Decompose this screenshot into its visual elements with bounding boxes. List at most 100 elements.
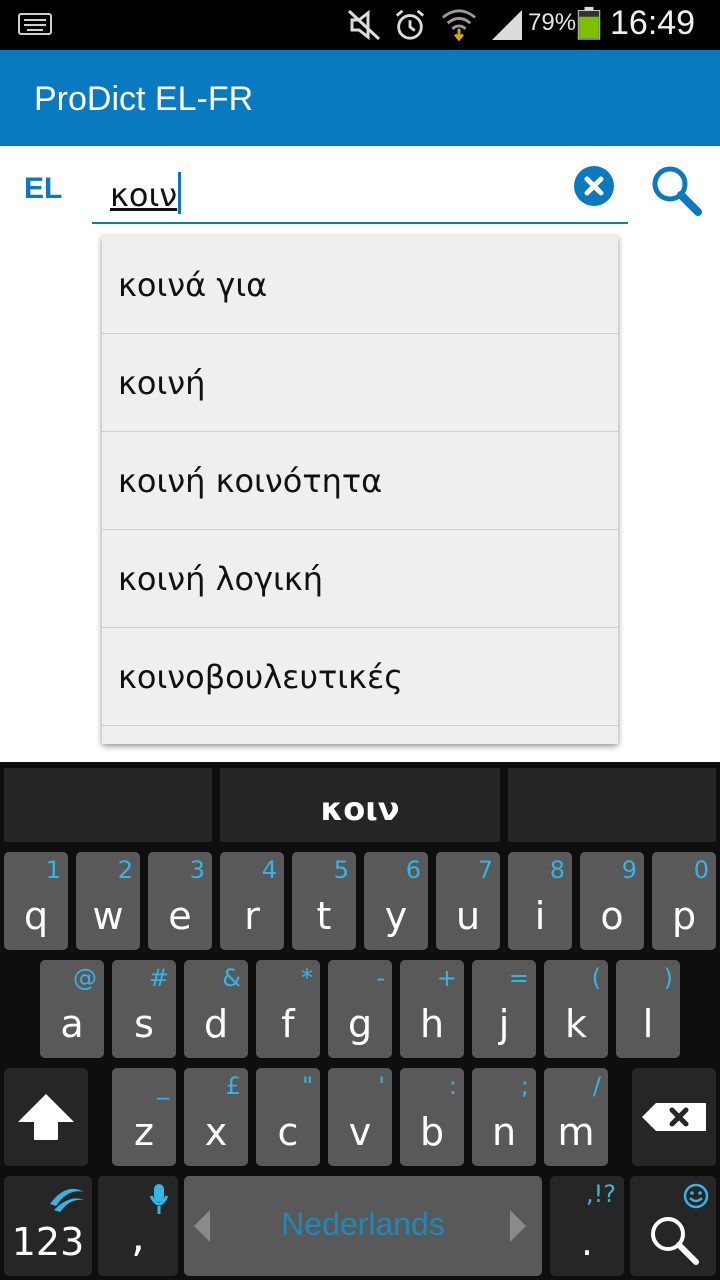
key-secondary-label: 1	[45, 856, 61, 884]
key-label: g	[347, 1002, 373, 1046]
suggestion-list: κοινά για κοινή κοινή κοινότητα κοινή λο…	[102, 236, 618, 744]
key-label: v	[348, 1110, 372, 1154]
key-k[interactable]: (k	[544, 960, 608, 1058]
language-toggle[interactable]: EL	[24, 172, 62, 206]
suggestion-item[interactable]	[102, 726, 618, 744]
key-secondary-label: #	[148, 964, 169, 992]
key-secondary-label: 9	[621, 856, 637, 884]
key-s[interactable]: # s	[112, 960, 176, 1058]
key-label: k	[564, 1002, 587, 1046]
suggestion-item[interactable]: κοινή λογική	[102, 530, 618, 628]
key-secondary-label: _	[157, 1072, 169, 1100]
mute-icon	[347, 9, 381, 41]
key-secondary-label: "	[301, 1072, 313, 1100]
key-label: s	[134, 1002, 154, 1046]
key-label: r	[244, 894, 260, 938]
search-key-icon	[651, 1217, 699, 1265]
search-query: κοιν	[110, 176, 178, 214]
key-e[interactable]: 3e	[148, 852, 212, 950]
key-d[interactable]: & d	[184, 960, 248, 1058]
key-f[interactable]: * f	[256, 960, 320, 1058]
key-j[interactable]: = j	[472, 960, 536, 1058]
key-w[interactable]: 2w	[76, 852, 140, 950]
key-label: i	[534, 894, 546, 938]
signal-icon	[492, 10, 522, 40]
key-secondary-label: 3	[189, 856, 205, 884]
key-i[interactable]: 8i	[508, 852, 572, 950]
emoji-icon	[683, 1183, 709, 1209]
key-n[interactable]: ; n	[472, 1068, 536, 1166]
space-key[interactable]: Nederlands	[184, 1176, 542, 1276]
key-h[interactable]: + h	[400, 960, 464, 1058]
suggestion-item[interactable]: κοινή	[102, 334, 618, 432]
key-secondary-label: +	[436, 964, 457, 992]
prediction-center[interactable]: κοιν	[220, 768, 500, 842]
key-t[interactable]: 5t	[292, 852, 356, 950]
suggestion-item[interactable]: κοινά για	[102, 236, 618, 334]
battery-percent: 79%	[528, 9, 577, 36]
key-m[interactable]: / m	[544, 1068, 608, 1166]
key-label: u	[455, 894, 481, 938]
key-y[interactable]: 6y	[364, 852, 428, 950]
key-secondary-label: 8	[549, 856, 565, 884]
key-label: t	[316, 894, 332, 938]
key-label: l	[642, 1002, 654, 1046]
key-secondary-label: @	[73, 964, 97, 992]
app-title: ProDict EL-FR	[34, 80, 254, 118]
search-input[interactable]: κοιν	[92, 160, 628, 224]
key-a[interactable]: @ a	[40, 960, 104, 1058]
search-key[interactable]	[630, 1176, 716, 1276]
key-g[interactable]: -g	[328, 960, 392, 1058]
search-button[interactable]	[646, 160, 706, 220]
key-label: c	[277, 1110, 299, 1154]
backspace-icon	[642, 1103, 706, 1131]
clear-icon	[584, 176, 604, 196]
search-icon	[652, 166, 702, 216]
alarm-icon	[395, 9, 425, 40]
action-bar: ProDict EL-FR	[0, 50, 720, 146]
numbers-key[interactable]: 123	[4, 1176, 92, 1276]
key-label: b	[419, 1110, 445, 1154]
key-secondary-label: 2	[117, 856, 133, 884]
shift-key[interactable]	[4, 1068, 88, 1166]
key-secondary-label: *	[301, 964, 313, 992]
text-caret	[178, 172, 182, 214]
key-o[interactable]: 9o	[580, 852, 644, 950]
key-p[interactable]: 0p	[652, 852, 716, 950]
key-l[interactable]: ) l	[616, 960, 680, 1058]
backspace-key[interactable]	[632, 1068, 716, 1166]
key-secondary-label: &	[222, 964, 241, 992]
key-secondary-label: 7	[477, 856, 493, 884]
suggestion-item[interactable]: κοινή κοινότητα	[102, 432, 618, 530]
key-secondary-label: 0	[693, 856, 709, 884]
status-bar: 79% 16:49	[0, 0, 720, 50]
key-label: f	[281, 1002, 295, 1046]
key-b[interactable]: :b	[400, 1068, 464, 1166]
key-secondary-label: 6	[405, 856, 421, 884]
prediction-right[interactable]	[508, 768, 716, 842]
key-label: j	[498, 1002, 510, 1046]
key-u[interactable]: 7u	[436, 852, 500, 950]
comma-key[interactable]: ,	[98, 1176, 178, 1276]
clock: 16:49	[610, 4, 696, 42]
key-c[interactable]: " c	[256, 1068, 320, 1166]
key-label: p	[671, 894, 697, 938]
key-label: d	[203, 1002, 229, 1046]
key-label: y	[384, 894, 408, 938]
clear-button[interactable]	[574, 166, 614, 206]
key-secondary-label: 4	[261, 856, 277, 884]
key-secondary-label: )	[663, 964, 673, 992]
key-secondary-label: £	[225, 1072, 241, 1100]
key-v[interactable]: ' v	[328, 1068, 392, 1166]
key-q[interactable]: 1q	[4, 852, 68, 950]
key-r[interactable]: 4r	[220, 852, 284, 950]
period-key[interactable]: ,!? .	[550, 1176, 624, 1276]
key-z[interactable]: _ z	[112, 1068, 176, 1166]
key-secondary-label: (	[591, 964, 601, 992]
battery-icon	[577, 6, 601, 40]
prediction-left[interactable]	[4, 768, 212, 842]
key-label: a	[60, 1002, 84, 1046]
key-x[interactable]: £ x	[184, 1068, 248, 1166]
key-secondary-label: =	[508, 964, 529, 992]
suggestion-item[interactable]: κοινοβουλευτικές	[102, 628, 618, 726]
